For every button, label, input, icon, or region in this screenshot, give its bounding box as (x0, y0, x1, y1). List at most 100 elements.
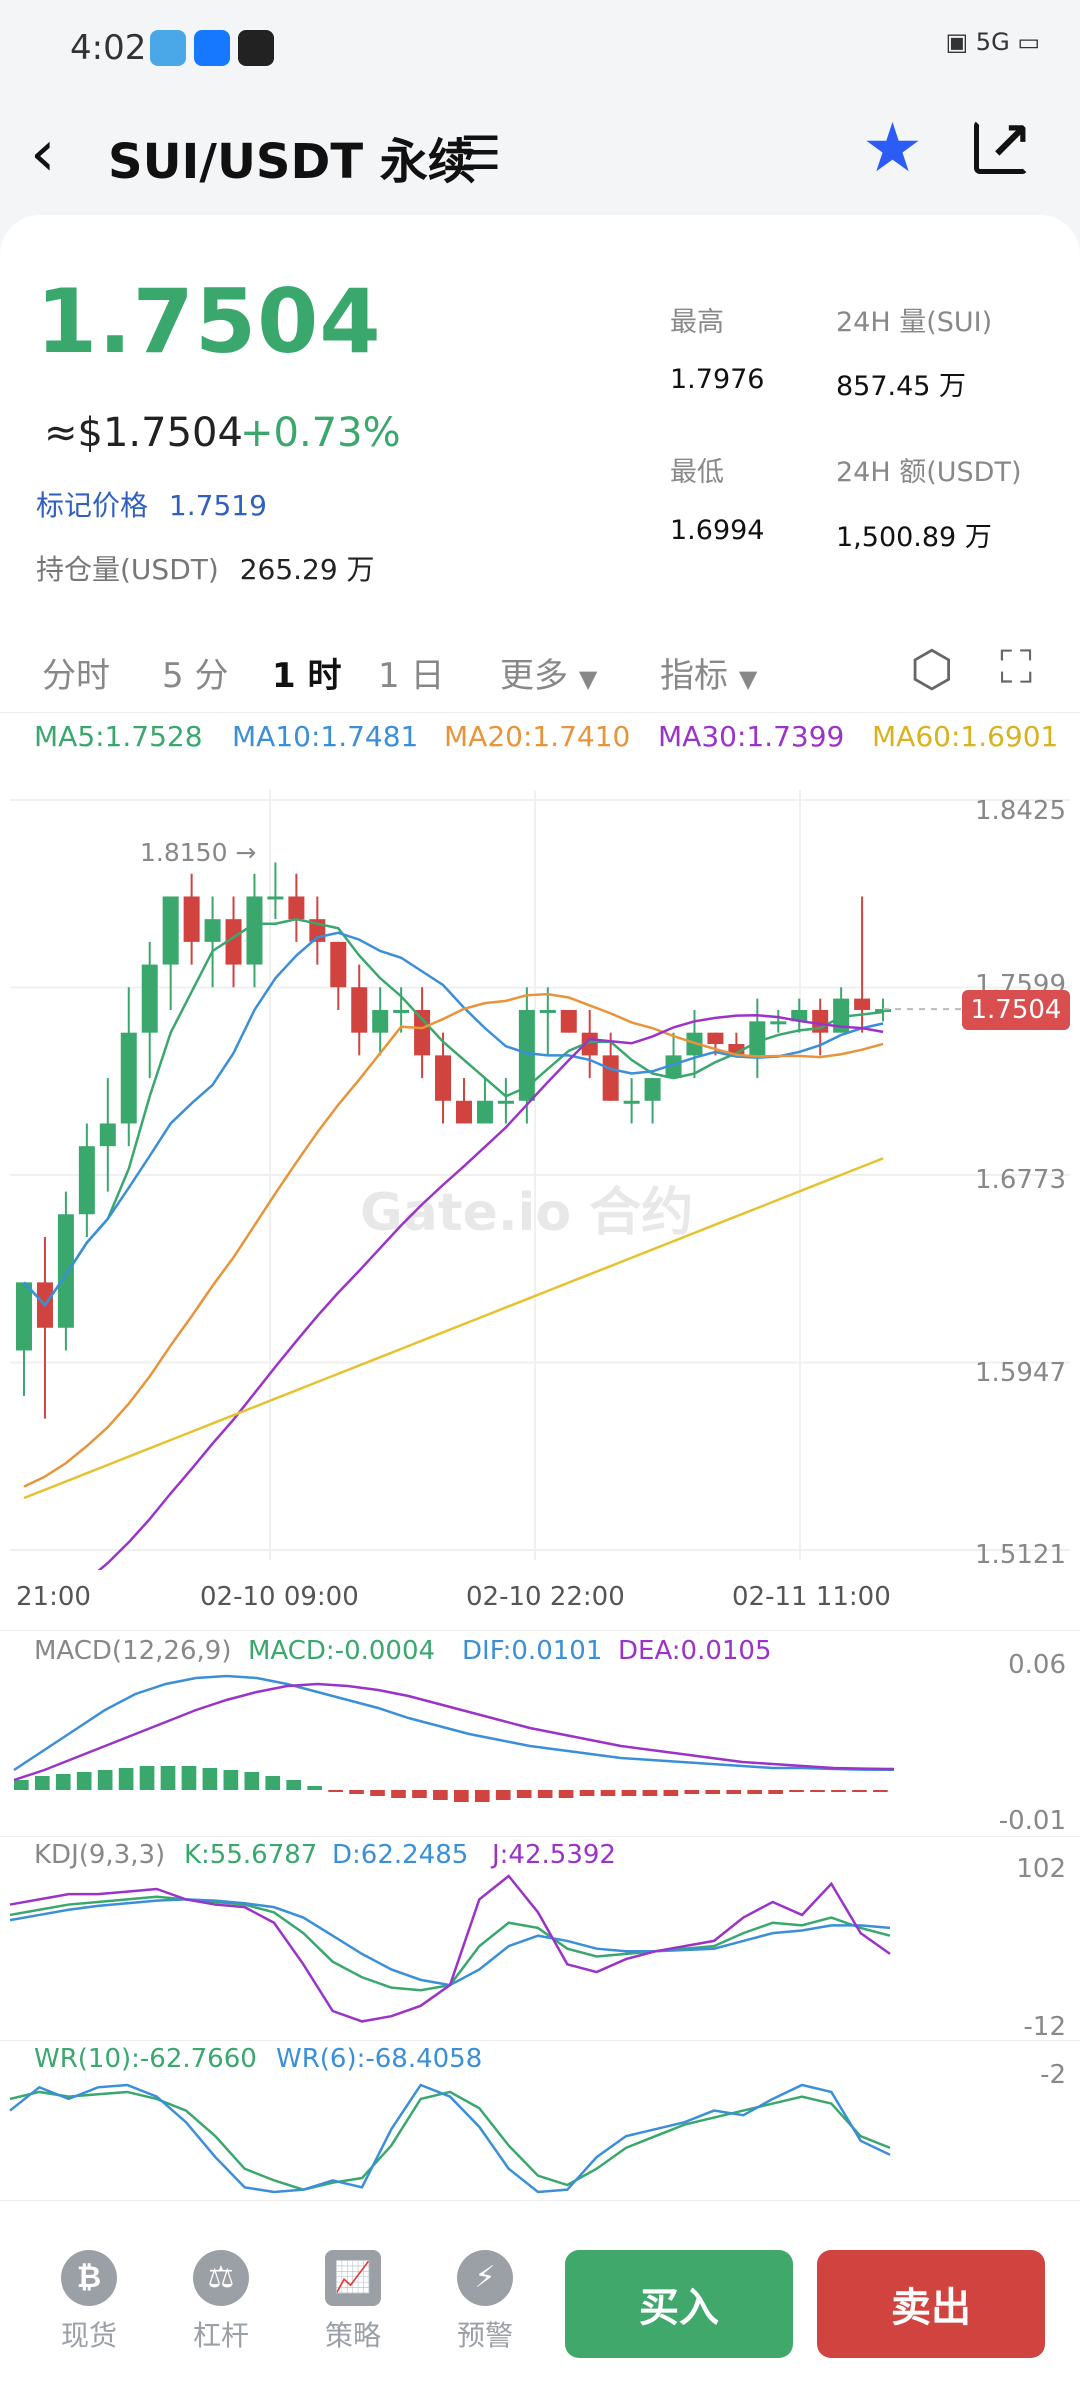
candle (393, 1009, 410, 1013)
candle (476, 1100, 493, 1124)
ma60-label: MA60:1.6901 (872, 720, 1059, 753)
share-icon[interactable]: ↗ (988, 112, 1032, 172)
back-icon[interactable]: ‹ (30, 122, 56, 186)
macd-bar (328, 1790, 343, 1792)
macd-ymax: 0.06 (1008, 1650, 1066, 1680)
divider (0, 1836, 1080, 1837)
macd-bar (726, 1790, 742, 1794)
macd-bar (600, 1790, 616, 1796)
alipay-app-icon (194, 30, 230, 66)
y-tick-3: 1.5947 (975, 1358, 1066, 1388)
candle (497, 1100, 514, 1104)
tab-more-label: 更多 (500, 656, 568, 696)
ma60-line (23, 1157, 884, 1500)
nav-spot-label: 现货 (60, 2319, 117, 2352)
macd-chart (13, 1674, 895, 1802)
macd-bar (391, 1790, 406, 1798)
macd-ymin: -0.01 (998, 1806, 1066, 1836)
candle (183, 896, 200, 942)
nav-margin[interactable]: ⚖ 杠杆 (176, 2250, 266, 2354)
wr-ymax: -2 (1040, 2060, 1066, 2090)
candle (456, 1100, 472, 1124)
macd-bar (265, 1776, 281, 1790)
buy-button[interactable]: 买入 (565, 2250, 793, 2358)
y-tick-0: 1.8425 (975, 796, 1066, 826)
sell-button[interactable]: 卖出 (817, 2250, 1045, 2358)
chevron-down-icon: ▼ (738, 665, 758, 693)
tab-1day[interactable]: 1 日 (378, 648, 444, 697)
change-pct: +0.73% (240, 410, 401, 456)
candle (162, 896, 179, 965)
tab-5min[interactable]: 5 分 (162, 648, 228, 697)
alert-icon: ⚡ (457, 2250, 513, 2306)
tab-more[interactable]: 更多 ▼ (500, 648, 597, 697)
ma30-label: MA30:1.7399 (658, 720, 845, 753)
macd-bar (160, 1766, 176, 1790)
candle (330, 941, 347, 988)
candle (78, 1146, 95, 1215)
settings-hex-icon[interactable]: ⬡ (910, 640, 954, 698)
tab-timeshare[interactable]: 分时 (42, 648, 110, 697)
macd-bar (810, 1790, 825, 1792)
signal-icon: 5G (975, 28, 1010, 56)
tab-indicators[interactable]: 指标 ▼ (660, 648, 757, 697)
menu-icon[interactable]: ☰ (460, 126, 501, 180)
y-tick-2: 1.6773 (975, 1165, 1066, 1195)
x-tick-2: 02-10 22:00 (466, 1582, 625, 1612)
bitcoin-icon: ₿ (61, 2250, 117, 2306)
macd-bar (516, 1790, 532, 1798)
kdj-label: KDJ(9,3,3) (34, 1840, 166, 1870)
macd-bar (349, 1790, 364, 1794)
macd-bar (202, 1768, 218, 1790)
candle (770, 1021, 787, 1025)
page-title[interactable]: SUI/USDT 永续 (108, 122, 476, 192)
nav-margin-label: 杠杆 (192, 2319, 249, 2352)
kdj-k-value: K:55.6787 (184, 1840, 318, 1870)
candle (414, 1009, 431, 1056)
high-annotation: 1.8150 → (140, 838, 257, 867)
macd-bar (244, 1772, 260, 1790)
macd-bar (789, 1790, 804, 1792)
tab-1hour[interactable]: 1 时 (272, 648, 342, 697)
chart-icon: 📈 (325, 2250, 381, 2306)
nav-alert-label: 预警 (456, 2319, 513, 2352)
mark-price-value: 1.7519 (168, 489, 267, 522)
ma5-label: MA5:1.7528 (34, 720, 203, 753)
macd-bar (621, 1790, 637, 1796)
divider (0, 2040, 1080, 2041)
candle (602, 1055, 619, 1101)
candle (560, 1009, 577, 1033)
x-tick-1: 02-10 09:00 (200, 1582, 359, 1612)
nav-spot[interactable]: ₿ 现货 (44, 2250, 134, 2354)
last-price: 1.7504 (36, 270, 382, 373)
candle (288, 896, 305, 920)
vol-value: 857.45 万 (836, 371, 967, 402)
candlestick-chart[interactable] (0, 790, 1080, 1570)
low-label: 最低 (670, 457, 724, 488)
lever-icon: ⚖ (193, 2250, 249, 2306)
candle (539, 1009, 556, 1013)
macd-bar (76, 1772, 92, 1790)
candle (644, 1078, 661, 1101)
macd-bar (705, 1790, 721, 1794)
macd-bar (181, 1766, 197, 1790)
binance-app-icon (238, 30, 274, 66)
mark-price-row[interactable]: 标记价格 1.7519 (36, 484, 267, 524)
status-time: 4:02 (70, 28, 147, 68)
candle (749, 1021, 766, 1056)
dea-line (13, 1682, 895, 1782)
dif-line (13, 1674, 895, 1772)
vol-label: 24H 量(SUI) (836, 307, 993, 338)
fullscreen-icon[interactable]: ⛶ (1000, 640, 1032, 696)
macd-bar (14, 1780, 29, 1790)
macd-bar (370, 1790, 385, 1796)
macd-bar (831, 1790, 846, 1792)
macd-bar (223, 1770, 239, 1790)
favorite-star-icon[interactable]: ★ (862, 115, 923, 183)
macd-bar (537, 1790, 553, 1798)
macd-bar (684, 1790, 700, 1794)
nav-strategy[interactable]: 📈 策略 (308, 2250, 398, 2354)
nav-alert[interactable]: ⚡ 预警 (440, 2250, 530, 2354)
macd-bar (579, 1790, 595, 1796)
last-price-tag: 1.7504 (962, 990, 1070, 1030)
